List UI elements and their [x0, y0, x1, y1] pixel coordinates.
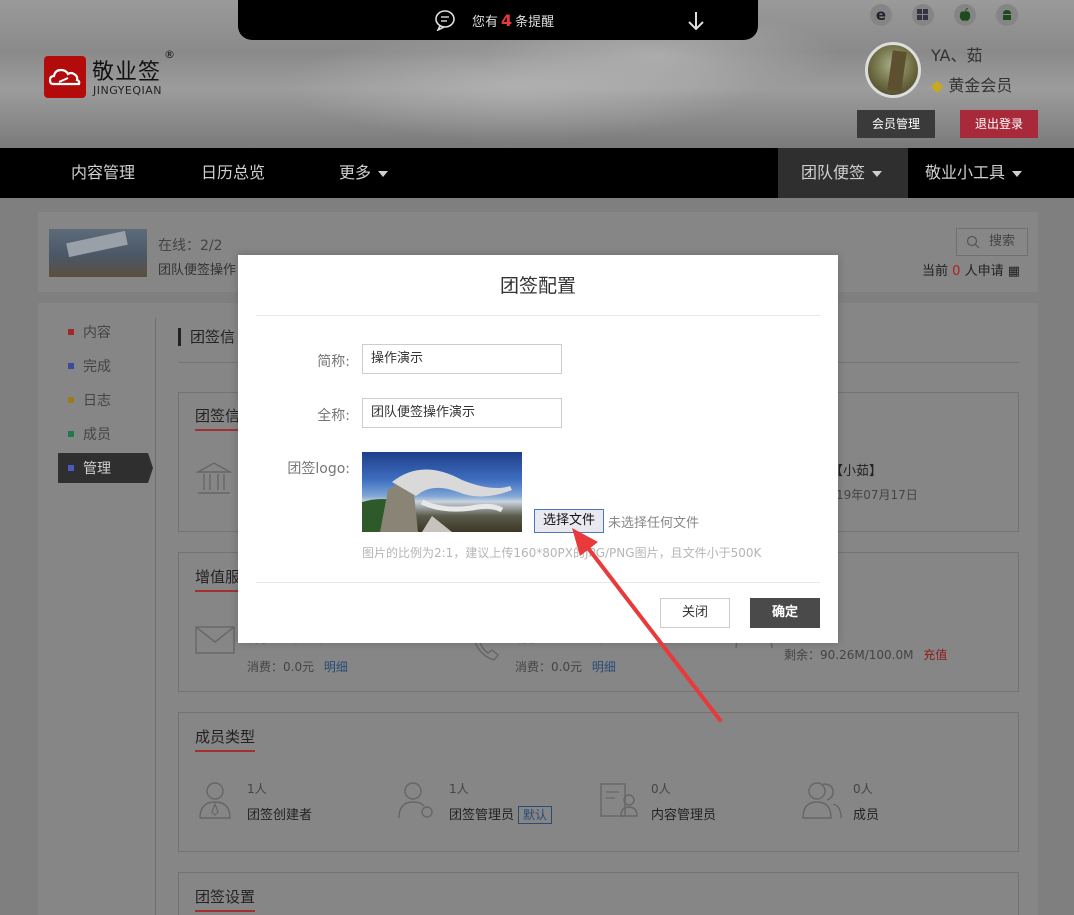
online-count: 在线：2/2 [158, 238, 223, 254]
sidebar-item-manage[interactable]: 管理 [68, 458, 111, 478]
full-name-input[interactable]: 团队便签操作演示 [362, 398, 562, 428]
member-manage-button[interactable]: 会员管理 [857, 110, 935, 138]
arrow-down-icon[interactable] [684, 9, 708, 33]
main-nav [0, 148, 1074, 198]
file-status: 未选择任何文件 [608, 516, 700, 531]
sms-consume: 消费：0.0元 明细 [247, 660, 348, 674]
creator-count: 1人 [247, 782, 267, 796]
logo-mark[interactable] [44, 56, 86, 98]
search-icon [966, 235, 980, 249]
content-admin-count: 0人 [651, 782, 671, 796]
diamond-icon: ◆ [931, 76, 944, 95]
nav-item-content[interactable]: 内容管理 [71, 148, 135, 198]
logo-preview [362, 452, 522, 532]
dot-icon [68, 329, 74, 335]
dot-icon [68, 397, 74, 403]
team-config-dialog: 团签配置 简称: 操作演示 全称: 团队便签操作演示 团签logo: 选择文件 … [238, 255, 838, 643]
nav-item-calendar[interactable]: 日历总览 [201, 148, 265, 198]
android-icon[interactable] [996, 4, 1018, 26]
notification-count: 4 [501, 11, 513, 30]
team-thumbnail [49, 229, 147, 277]
creator-label: 团签创建者 [247, 808, 313, 823]
bank-icon [196, 462, 232, 494]
chevron-down-icon [872, 170, 883, 177]
dot-icon [68, 431, 74, 437]
apply-status: 当前 0 人申请 ▦ [922, 264, 1021, 279]
nav-item-team[interactable]: 团队便签 [801, 148, 883, 198]
divider [256, 582, 820, 583]
sidebar-item-done[interactable]: 完成 [68, 356, 111, 376]
sidebar-item-content[interactable]: 内容 [68, 322, 111, 342]
content-admin-label: 内容管理员 [651, 808, 717, 823]
storage-recharge-link[interactable]: 充值 [923, 648, 947, 662]
short-name-label: 简称: [317, 354, 350, 370]
logo-hint: 图片的比例为2:1，建议上传160*80PX的JPG/PNG图片，且文件小于50… [362, 546, 762, 560]
brand-name-en: JINGYEQIAN [93, 84, 163, 97]
close-button[interactable]: 关闭 [660, 598, 730, 628]
search-button[interactable]: 搜索 [956, 228, 1028, 256]
team-settings-title: 团签设置 [195, 886, 256, 912]
members-icon [802, 782, 842, 819]
notification-bar[interactable]: 您有 4 条提醒 [238, 0, 758, 40]
call-detail-link[interactable]: 明细 [592, 660, 616, 674]
apple-icon[interactable] [954, 4, 976, 26]
team-name: 团队便签操作 [158, 263, 237, 278]
full-name-label: 全称: [317, 408, 350, 424]
default-badge: 默认 [518, 806, 553, 824]
chevron-down-icon [1012, 170, 1023, 177]
ie-icon[interactable]: e [870, 4, 892, 26]
cloud-logo-icon [48, 68, 81, 86]
team-create-date: 19年07月17日 [836, 488, 918, 502]
team-info-box-title: 团签信 [195, 405, 241, 431]
dialog-title: 团签配置 [499, 275, 576, 297]
member-level: ◆ 黄金会员 [931, 76, 1013, 95]
team-settings-box [178, 872, 1019, 915]
dot-icon [68, 465, 74, 471]
admin-icon [398, 782, 433, 819]
members-count: 0人 [853, 782, 873, 796]
member-types-title: 成员类型 [195, 726, 256, 752]
section-title: 团签信 [178, 328, 235, 346]
mail-icon [195, 626, 235, 654]
logo-label: 团签logo: [287, 461, 350, 477]
registered-mark: ® [164, 48, 175, 61]
value-added-title: 增值服 [195, 566, 241, 592]
sidebar-item-log[interactable]: 日志 [68, 390, 111, 410]
nav-item-tools[interactable]: 敬业小工具 [925, 148, 1023, 198]
chat-bubble-icon [435, 10, 455, 31]
sidebar-divider [155, 318, 156, 915]
creator-icon [199, 782, 231, 819]
sms-detail-link[interactable]: 明细 [324, 660, 348, 674]
content-admin-icon [600, 783, 638, 817]
divider [256, 315, 820, 316]
storage-remain: 剩余：90.26M/100.0M 充值 [784, 648, 948, 662]
chevron-down-icon [378, 170, 389, 177]
choose-file-button[interactable]: 选择文件 [534, 509, 604, 533]
admin-count: 1人 [449, 782, 469, 796]
qrcode-icon[interactable]: ▦ [1008, 264, 1020, 279]
sidebar-item-members[interactable]: 成员 [68, 424, 111, 444]
call-consume: 消费：0.0元 明细 [515, 660, 616, 674]
members-label: 成员 [853, 808, 880, 823]
nav-item-more[interactable]: 更多 [339, 148, 389, 198]
dot-icon [68, 363, 74, 369]
windows-icon[interactable] [912, 4, 934, 26]
sidebar-active-tip [148, 453, 153, 483]
brand-name: 敬业签 [92, 60, 162, 85]
logout-button[interactable]: 退出登录 [960, 110, 1038, 138]
avatar[interactable] [865, 42, 921, 98]
confirm-button[interactable]: 确定 [750, 598, 820, 628]
username: YA、茹 [931, 46, 983, 65]
short-name-input[interactable]: 操作演示 [362, 344, 562, 374]
admin-label: 团签管理员 默认 [449, 804, 553, 824]
notification-text: 您有 4 条提醒 [472, 11, 555, 30]
